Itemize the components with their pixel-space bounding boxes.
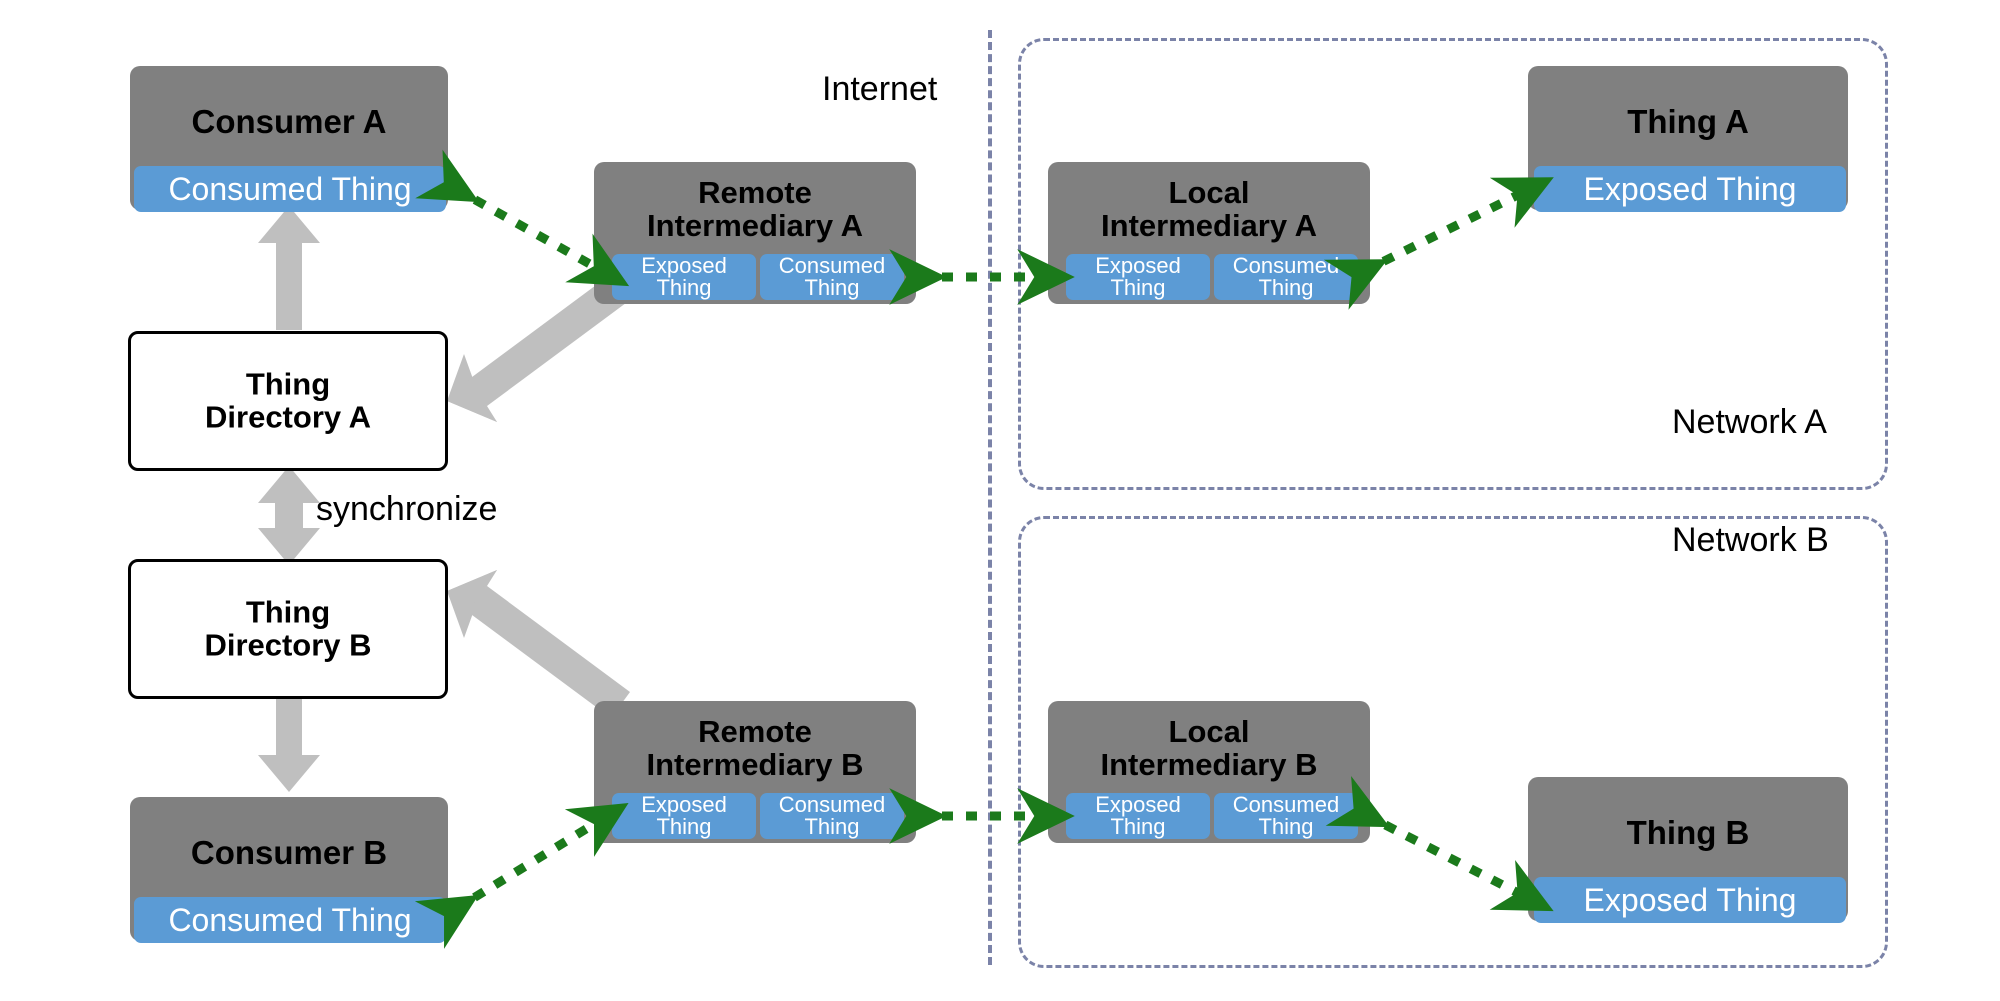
arrow-consumer-b-to-remote-intermediary-b	[414, 802, 629, 949]
diagram-canvas: Internet synchronize Network A Network B	[0, 0, 2000, 1001]
arrow-consumer-a-to-remote-intermediary-a	[415, 149, 630, 287]
green-arrow-layer: Remote Intermediary A (exposed thing) --…	[414, 149, 1554, 949]
arrow-local-b-to-thing-b	[1325, 776, 1554, 912]
arrow-local-a-to-thing-a	[1323, 177, 1554, 310]
